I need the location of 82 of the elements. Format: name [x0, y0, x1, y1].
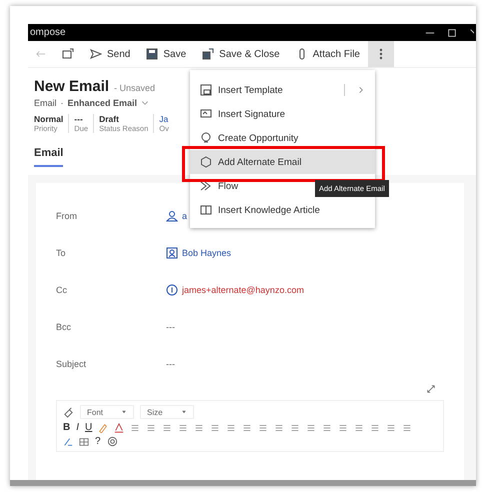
header-field-value: Normal [34, 114, 64, 124]
toolbar-icon [354, 422, 364, 432]
expand-icon [426, 384, 436, 394]
signature-icon [200, 108, 212, 120]
table-icon [79, 436, 89, 446]
field-label: Cc [56, 284, 68, 294]
recipient-link[interactable]: james+alternate@haynzo.com [182, 284, 304, 294]
menu-item[interactable]: Insert Knowledge Article [190, 198, 375, 222]
hexagon-icon [200, 156, 212, 168]
toolbar-icon [306, 422, 316, 432]
menu-item[interactable]: Create Opportunity [190, 126, 375, 150]
field-value: --- [166, 358, 175, 368]
header-field-value: Draft [99, 114, 120, 124]
field-label: To [56, 248, 67, 258]
help-button[interactable]: ? [95, 436, 101, 447]
menu-item[interactable]: Insert Signature [190, 102, 375, 126]
toolbar-icon [338, 422, 348, 432]
toolbar-icon [322, 422, 332, 432]
format-button[interactable]: B [63, 422, 70, 433]
toolbar-button[interactable]: Save [138, 41, 194, 67]
send-icon [90, 48, 102, 60]
field-value: --- [166, 322, 175, 332]
highlight-icon [98, 422, 108, 432]
toolbar-icon [178, 422, 188, 432]
format-button[interactable]: U [85, 422, 92, 433]
settings-icon [106, 436, 118, 447]
toolbar-icon [194, 422, 204, 432]
caret-icon [180, 409, 187, 415]
toolbar-icon [258, 422, 268, 432]
toolbar-icon [210, 422, 220, 432]
header-field-value: --- [74, 114, 84, 124]
toolbar-icon [162, 422, 172, 432]
font-dropdown[interactable]: Font [80, 405, 134, 419]
form-tab[interactable]: Email [34, 147, 64, 167]
chevron-right-icon [357, 85, 365, 95]
maximize-icon [447, 28, 457, 38]
field-label: Bcc [56, 322, 72, 332]
caret-icon [121, 409, 128, 415]
format-button[interactable]: I [76, 422, 80, 433]
save-icon [146, 48, 158, 60]
menu-item[interactable]: Insert Template [190, 78, 375, 102]
book-icon [200, 204, 212, 216]
separator-dot: · [60, 98, 64, 108]
toolbar-icon [386, 422, 396, 432]
user-icon [166, 210, 178, 222]
save-close-icon [202, 48, 214, 60]
menu-item[interactable]: Add Alternate Email [190, 150, 375, 174]
flow-icon [200, 180, 212, 192]
toolbar-button[interactable]: Save & Close [194, 41, 288, 67]
toolbar-icon [290, 422, 300, 432]
record-title: New Email [34, 78, 110, 95]
save-status: - Unsaved [114, 83, 156, 93]
toolbar-button[interactable]: Attach File [288, 41, 368, 67]
toolbar-icon [226, 422, 236, 432]
field-label: Subject [56, 358, 88, 368]
toolbar-icon [242, 422, 252, 432]
chevron-down-icon [141, 99, 150, 107]
pop-out-icon [62, 48, 74, 60]
toolbar-button[interactable]: Send [82, 41, 138, 67]
toolbar-icon [402, 422, 412, 432]
toolbar-icon [146, 422, 156, 432]
contact-card-icon [166, 246, 178, 258]
template-icon [200, 84, 212, 96]
recipient-link[interactable]: Bob Haynes [182, 248, 232, 258]
more-icon [379, 48, 383, 60]
recipient-link[interactable]: a [182, 210, 188, 220]
format-painter-icon [63, 406, 74, 418]
toolbar-icon [274, 422, 284, 432]
field-label: From [56, 210, 78, 220]
toolbar-icon [370, 422, 380, 432]
header-field-value[interactable]: Ja [159, 114, 169, 124]
entity-type: Email [34, 98, 57, 108]
back-arrow-icon [36, 49, 46, 59]
clear-format-icon [63, 436, 73, 446]
window-title: ompose [30, 27, 66, 38]
font-color-icon [114, 422, 124, 432]
size-dropdown[interactable]: Size [140, 405, 194, 419]
toolbar-icon [130, 422, 140, 432]
more-commands-button[interactable] [368, 41, 394, 67]
form-selector[interactable]: Enhanced Email [68, 98, 150, 108]
info-icon [166, 284, 178, 296]
lightbulb-icon [200, 132, 212, 144]
